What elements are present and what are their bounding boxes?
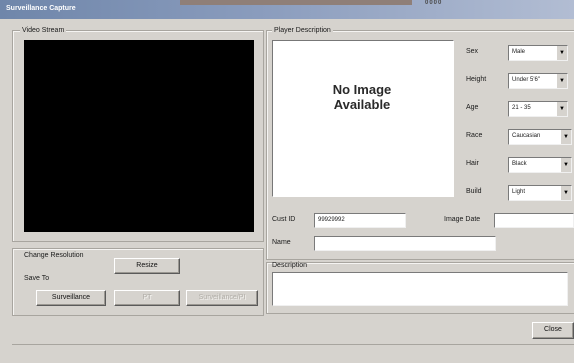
save-pt-button[interactable]: PT — [114, 290, 180, 306]
window-title: Surveillance Capture — [6, 5, 76, 12]
sex-value: Male — [512, 49, 526, 55]
title-digits: 0000 — [425, 0, 443, 6]
video-stream-display[interactable] — [24, 40, 254, 232]
description-textarea[interactable] — [272, 272, 568, 306]
save-surveillance-pi-button[interactable]: Surveillance/PI — [186, 290, 258, 306]
build-label: Build — [466, 188, 482, 195]
no-image-line1: No Image — [332, 82, 392, 97]
save-surveillance-button[interactable]: Surveillance — [36, 290, 106, 306]
height-value: Under 5'6" — [512, 77, 540, 83]
chevron-down-icon[interactable]: ▼ — [560, 186, 571, 200]
no-image-text: No Image Available — [272, 82, 452, 112]
race-select[interactable]: Caucasian ▼ — [508, 129, 572, 145]
player-description-label: Player Description — [272, 27, 333, 34]
no-image-line2: Available — [333, 97, 391, 112]
close-button[interactable]: Close — [532, 322, 574, 339]
build-select[interactable]: Light ▼ — [508, 185, 572, 201]
name-label: Name — [272, 239, 291, 246]
resize-button[interactable]: Resize — [114, 258, 180, 274]
image-date-field[interactable] — [494, 213, 574, 228]
player-image — [272, 40, 454, 197]
title-strip — [180, 0, 412, 5]
hair-label: Hair — [466, 160, 479, 167]
race-value: Caucasian — [512, 133, 541, 139]
chevron-down-icon[interactable]: ▼ — [560, 130, 571, 144]
save-to-label: Save To — [24, 275, 50, 282]
image-date-label: Image Date — [444, 216, 481, 223]
sex-select[interactable]: Male ▼ — [508, 45, 568, 61]
height-label: Height — [466, 76, 487, 83]
hair-select[interactable]: Black ▼ — [508, 157, 572, 173]
height-select[interactable]: Under 5'6" ▼ — [508, 73, 568, 89]
cust-id-field[interactable]: 99929992 — [314, 213, 406, 228]
chevron-down-icon[interactable]: ▼ — [556, 46, 567, 60]
video-stream-label: Video Stream — [20, 27, 67, 34]
hair-value: Black — [512, 161, 527, 167]
build-value: Light — [512, 189, 526, 195]
chevron-down-icon[interactable]: ▼ — [556, 74, 567, 88]
age-value: 21 - 35 — [512, 105, 531, 111]
status-bar — [12, 344, 574, 363]
age-select[interactable]: 21 - 35 ▼ — [508, 101, 568, 117]
chevron-down-icon[interactable]: ▼ — [560, 158, 571, 172]
change-resolution-label: Change Resolution — [24, 252, 84, 259]
description-label: Description — [272, 262, 308, 269]
cust-id-value: 99929992 — [318, 217, 345, 223]
sex-label: Sex — [466, 48, 479, 55]
age-label: Age — [466, 104, 479, 111]
cust-id-label: Cust ID — [272, 216, 296, 223]
race-label: Race — [466, 132, 483, 139]
name-field[interactable] — [314, 236, 496, 251]
chevron-down-icon[interactable]: ▼ — [556, 102, 567, 116]
